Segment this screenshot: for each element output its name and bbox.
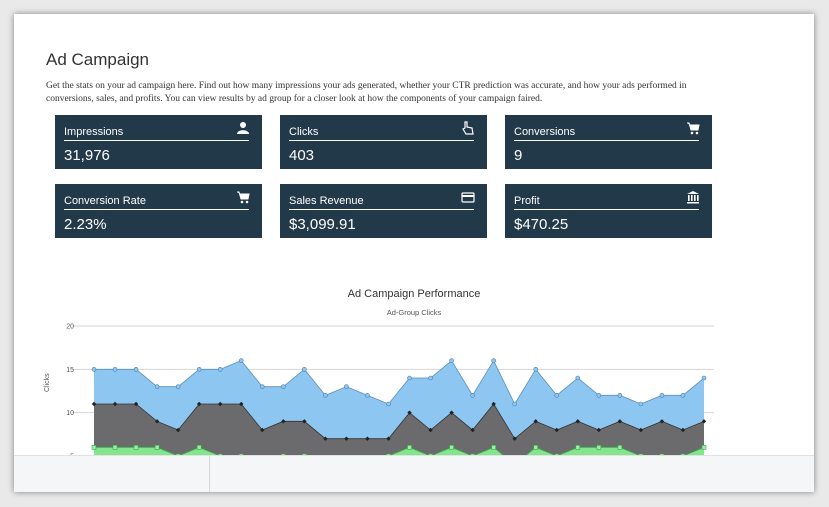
- card-label: Conversion Rate: [64, 195, 249, 210]
- series-group: [91, 358, 707, 455]
- sales-revenue-card[interactable]: Sales Revenue $3,099.91: [280, 184, 487, 238]
- data-point[interactable]: [91, 367, 97, 372]
- pointer-hand-icon: [462, 121, 474, 135]
- data-point[interactable]: [386, 401, 391, 407]
- data-point[interactable]: [617, 445, 623, 450]
- data-point[interactable]: [554, 393, 560, 398]
- data-point[interactable]: [196, 445, 202, 450]
- data-point[interactable]: [575, 375, 581, 381]
- y-tick-label: 20: [66, 324, 74, 331]
- shopping-cart-icon: [237, 191, 250, 204]
- panel-divider: [209, 456, 210, 492]
- data-point[interactable]: [470, 393, 475, 398]
- data-point[interactable]: [617, 393, 623, 398]
- data-point[interactable]: [365, 393, 370, 398]
- data-point[interactable]: [281, 384, 286, 389]
- data-point[interactable]: [533, 445, 539, 450]
- credit-card-icon: [461, 192, 475, 203]
- app-window: Ad Campaign Get the stats on your ad cam…: [14, 14, 814, 492]
- data-point[interactable]: [344, 384, 349, 389]
- conversion-rate-card[interactable]: Conversion Rate 2.23%: [55, 184, 262, 238]
- y-tick-label: 15: [66, 367, 74, 374]
- data-point[interactable]: [238, 358, 244, 363]
- data-point[interactable]: [154, 384, 160, 389]
- card-value: $470.25: [514, 216, 569, 233]
- y-tick-label: 10: [66, 410, 74, 417]
- bottom-panel: [14, 455, 814, 492]
- data-point[interactable]: [449, 445, 454, 450]
- card-label: Profit: [514, 195, 699, 210]
- clicks-card[interactable]: Clicks 403: [280, 115, 487, 169]
- page-description: Get the stats on your ad campaign here. …: [46, 81, 687, 104]
- data-point[interactable]: [680, 393, 686, 398]
- data-point[interactable]: [259, 384, 265, 389]
- data-point[interactable]: [701, 375, 707, 381]
- card-value: $3,099.91: [289, 216, 356, 233]
- data-point[interactable]: [323, 393, 328, 398]
- data-point[interactable]: [596, 445, 602, 450]
- card-value: 2.23%: [64, 216, 107, 233]
- data-point[interactable]: [491, 358, 496, 363]
- data-point[interactable]: [659, 393, 665, 398]
- data-point[interactable]: [428, 375, 433, 381]
- data-point[interactable]: [196, 367, 202, 372]
- data-point[interactable]: [407, 445, 412, 450]
- data-point[interactable]: [217, 367, 223, 372]
- card-value: 31,976: [64, 147, 110, 164]
- user-icon: [237, 122, 249, 134]
- data-point[interactable]: [575, 445, 581, 450]
- card-label: Impressions: [64, 126, 249, 141]
- card-value: 403: [289, 147, 315, 164]
- data-point[interactable]: [302, 367, 307, 372]
- data-point[interactable]: [112, 445, 118, 450]
- bank-icon: [687, 191, 699, 204]
- shopping-cart-icon: [687, 122, 700, 135]
- data-point[interactable]: [701, 445, 707, 450]
- card-label: Sales Revenue: [289, 195, 474, 210]
- data-point[interactable]: [133, 445, 139, 450]
- data-point[interactable]: [133, 367, 139, 372]
- card-label: Clicks: [289, 126, 474, 141]
- card-value: 9: [514, 147, 523, 164]
- data-point[interactable]: [91, 445, 97, 450]
- data-point[interactable]: [512, 401, 517, 407]
- impressions-card[interactable]: Impressions 31,976: [55, 115, 262, 169]
- chart-title: Ad Campaign Performance: [347, 288, 481, 300]
- conversions-card[interactable]: Conversions 9: [505, 115, 712, 169]
- data-point[interactable]: [638, 401, 644, 407]
- data-point[interactable]: [407, 375, 412, 381]
- data-point[interactable]: [154, 445, 160, 450]
- data-point[interactable]: [112, 367, 118, 372]
- data-point[interactable]: [533, 367, 539, 372]
- profit-card[interactable]: Profit $470.25: [505, 184, 712, 238]
- data-point[interactable]: [175, 384, 181, 389]
- data-point[interactable]: [491, 445, 496, 450]
- page-title: Ad Campaign: [46, 50, 150, 69]
- data-point[interactable]: [449, 358, 454, 363]
- area-chart: 5101520: [66, 324, 714, 461]
- data-point[interactable]: [596, 393, 602, 398]
- card-label: Conversions: [514, 126, 699, 141]
